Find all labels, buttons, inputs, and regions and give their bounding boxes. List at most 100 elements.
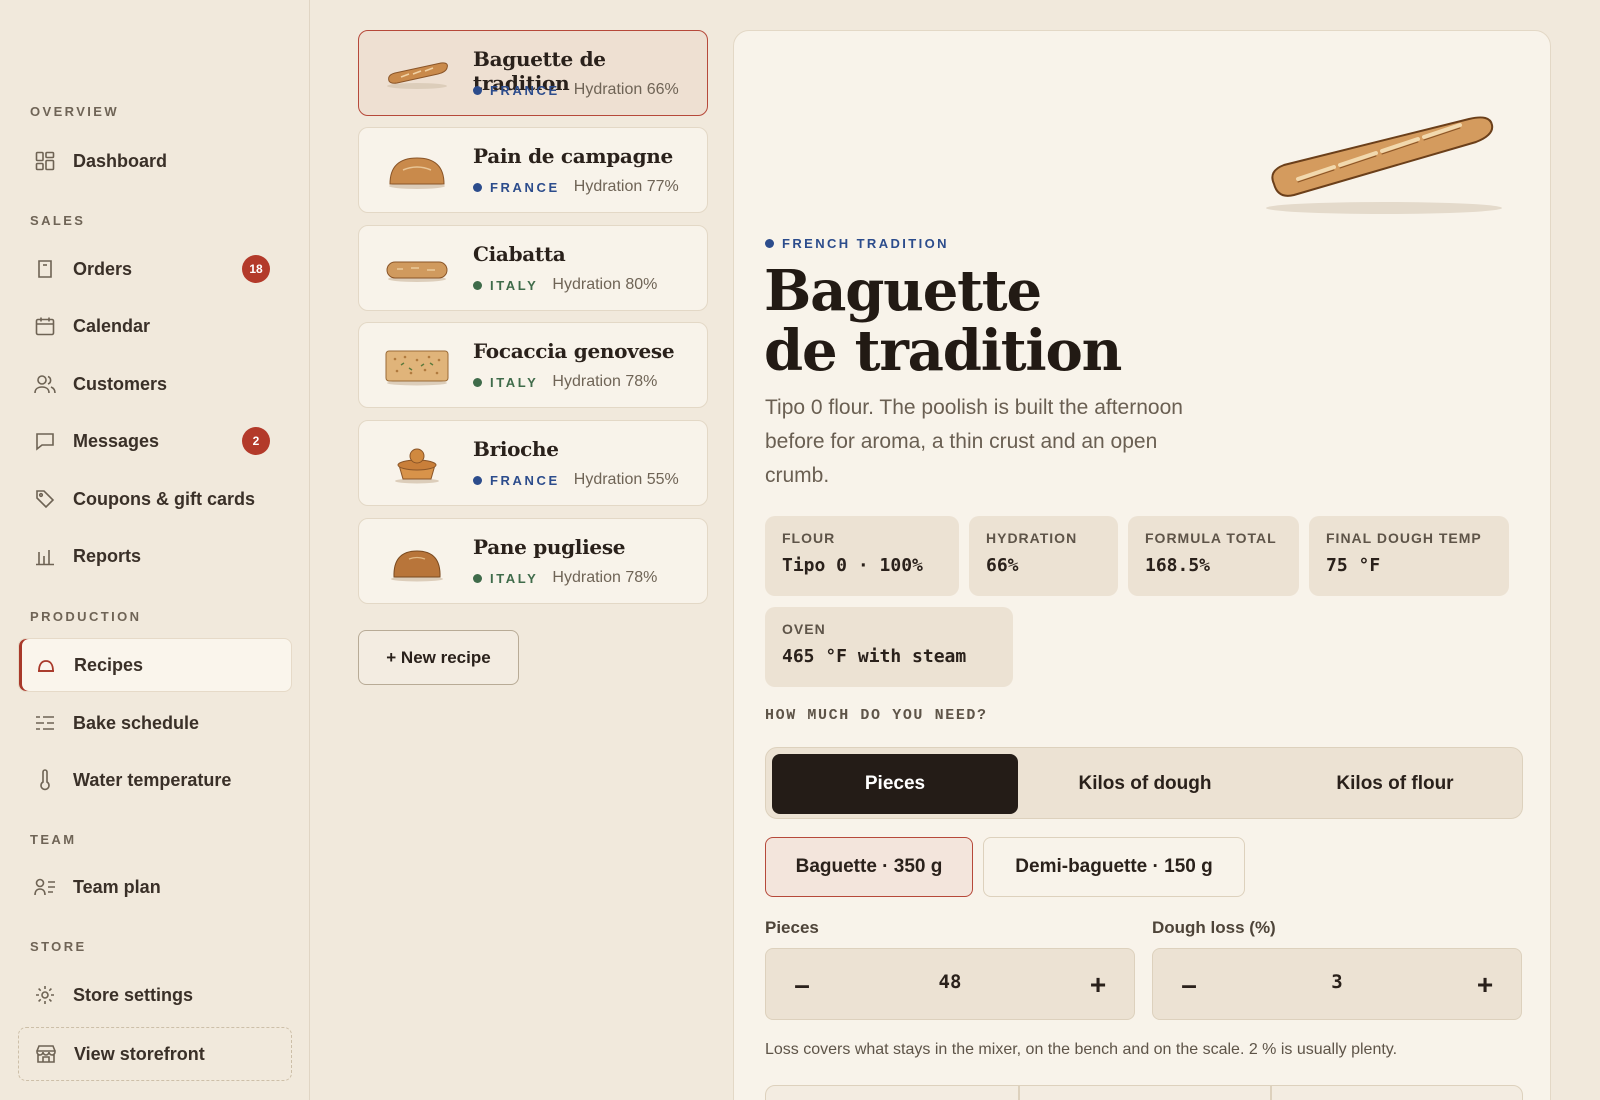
recipe-meta: FRANCE Hydration 55%: [473, 471, 679, 489]
recipe-card-pain-de-campagne[interactable]: Pain de campagne FRANCE Hydration 77%: [358, 127, 708, 213]
stat-oven: OVEN 465 °F with steam: [765, 607, 1013, 687]
sidebar-item-label: View storefront: [74, 1043, 205, 1064]
stat-label: HYDRATION: [986, 530, 1078, 546]
grid-icon: [34, 150, 56, 172]
ciabatta-thumbnail: [386, 261, 448, 282]
recipe-meta: ITALY Hydration 78%: [473, 373, 657, 391]
sidebar-item-label: Coupons & gift cards: [73, 488, 256, 509]
stat-formula-total: FORMULA TOTAL 168.5%: [1128, 516, 1299, 596]
size-chip-baguette[interactable]: Baguette · 350 g: [765, 837, 973, 897]
origin-dot: [765, 239, 774, 248]
stat-value: 168.5%: [1145, 555, 1211, 576]
recipe-country: ITALY: [490, 277, 539, 293]
stat-value: 465 °F with steam: [782, 646, 967, 667]
divider: [1018, 1086, 1020, 1100]
sidebar-item-dashboard[interactable]: Dashboard: [18, 134, 292, 188]
sidebar-item-orders[interactable]: Orders 18: [18, 242, 292, 296]
recipe-card-brioche[interactable]: Brioche FRANCE Hydration 55%: [358, 420, 708, 506]
pieces-increment-button[interactable]: +: [1080, 967, 1116, 1003]
sidebar-item-messages[interactable]: Messages 2: [18, 414, 292, 468]
country-dot: [473, 85, 482, 95]
sidebar-item-label: Water temperature: [73, 769, 232, 790]
sidebar-item-bake-schedule[interactable]: Bake schedule: [18, 696, 292, 750]
recipe-hydration: Hydration 80%: [552, 276, 658, 293]
sidebar-item-label: Dashboard: [73, 150, 168, 171]
recipe-detail-panel: FRENCH TRADITION Baguette de tradition T…: [733, 30, 1551, 1100]
dough-loss-label: Dough loss (%): [1152, 918, 1276, 937]
section-label-sales: SALES: [30, 213, 86, 228]
country-dot: [473, 182, 482, 192]
sidebar-item-team-plan[interactable]: Team plan: [18, 860, 292, 914]
sidebar-item-coupons[interactable]: Coupons & gift cards: [18, 472, 292, 526]
recipe-card-pane-pugliese[interactable]: Pane pugliese ITALY Hydration 78%: [358, 518, 708, 604]
recipe-name: Focaccia genovese: [473, 339, 675, 363]
dough-loss-value[interactable]: 3: [1153, 971, 1521, 993]
receipt-icon: [34, 258, 56, 280]
stat-label: OVEN: [782, 621, 826, 637]
pieces-value[interactable]: 48: [766, 971, 1134, 993]
recipe-hydration: Hydration 78%: [552, 373, 658, 390]
sidebar-item-reports[interactable]: Reports: [18, 529, 292, 583]
gear-icon: [34, 984, 56, 1006]
sidebar-item-calendar[interactable]: Calendar: [18, 299, 292, 353]
orders-count-badge: 18: [242, 255, 270, 283]
stat-label: FINAL DOUGH TEMP: [1326, 530, 1482, 546]
recipe-meta: ITALY Hydration 80%: [473, 276, 657, 294]
list-icon: [34, 712, 56, 734]
sidebar-item-water-temperature[interactable]: Water temperature: [18, 753, 292, 807]
sidebar-item-view-storefront[interactable]: View storefront: [18, 1027, 292, 1081]
recipe-name: Ciabatta: [473, 242, 566, 266]
recipe-title: Baguette de tradition: [764, 261, 1264, 381]
stat-final-dough-temp: FINAL DOUGH TEMP 75 °F: [1309, 516, 1509, 596]
recipe-origin-tag: FRENCH TRADITION: [765, 236, 949, 251]
section-label-store: STORE: [30, 939, 87, 954]
sidebar-item-label: Store settings: [73, 984, 194, 1005]
stat-label: FORMULA TOTAL: [1145, 530, 1277, 546]
mode-kilos-of-flour[interactable]: Kilos of flour: [1272, 754, 1518, 814]
mode-kilos-of-dough[interactable]: Kilos of dough: [1022, 754, 1268, 814]
bar-chart-icon: [34, 545, 56, 567]
results-row: [765, 1085, 1523, 1100]
size-chip-demi-baguette[interactable]: Demi-baguette · 150 g: [983, 837, 1245, 897]
sidebar-item-label: Bake schedule: [73, 712, 200, 733]
loss-increment-button[interactable]: +: [1467, 967, 1503, 1003]
recipe-hydration: Hydration 66%: [573, 81, 679, 98]
calendar-icon: [34, 315, 56, 337]
team-list-icon: [34, 876, 56, 898]
boule-thumbnail: [389, 157, 445, 189]
country-dot: [473, 377, 482, 387]
users-icon: [34, 373, 56, 395]
recipe-card-ciabatta[interactable]: Ciabatta ITALY Hydration 80%: [358, 225, 708, 311]
recipe-card-focaccia-genovese[interactable]: Focaccia genovese ITALY Hydration 78%: [358, 322, 708, 408]
stat-value: Tipo 0 · 100%: [782, 555, 923, 576]
dough-loss-hint: Loss covers what stays in the mixer, on …: [765, 1041, 1398, 1058]
storefront-icon: [35, 1043, 57, 1065]
recipe-hydration: Hydration 55%: [573, 471, 679, 488]
sidebar-item-store-settings[interactable]: Store settings: [18, 968, 292, 1022]
sidebar-item-recipes[interactable]: Recipes: [18, 638, 292, 692]
section-label-overview: OVERVIEW: [30, 104, 120, 119]
recipe-hydration: Hydration 78%: [552, 569, 658, 586]
recipe-title-line1: Baguette: [764, 258, 1042, 324]
pieces-label: Pieces: [765, 918, 819, 937]
recipe-country: ITALY: [490, 570, 539, 586]
stat-value: 75 °F: [1326, 555, 1381, 576]
stat-hydration: HYDRATION 66%: [969, 516, 1118, 596]
sidebar: OVERVIEW Dashboard SALES Orders 18 Calen…: [0, 0, 310, 1100]
sidebar-item-label: Reports: [73, 545, 142, 566]
recipe-country: FRANCE: [490, 472, 560, 488]
new-recipe-button[interactable]: + New recipe: [358, 630, 519, 685]
section-label-team: TEAM: [30, 832, 77, 847]
bread-icon: [35, 654, 57, 676]
sidebar-item-customers[interactable]: Customers: [18, 357, 292, 411]
recipe-hydration: Hydration 77%: [573, 178, 679, 195]
country-dot: [473, 573, 482, 583]
recipe-country: FRANCE: [490, 82, 560, 98]
recipe-card-baguette[interactable]: Baguette de tradition FRANCE Hydration 6…: [358, 30, 708, 116]
stat-flour: FLOUR Tipo 0 · 100%: [765, 516, 959, 596]
recipe-description: Tipo 0 flour. The poolish is built the a…: [765, 396, 1183, 487]
quantity-question: HOW MUCH DO YOU NEED?: [765, 707, 988, 724]
chat-icon: [34, 430, 56, 452]
baguette-thumbnail: [387, 62, 448, 89]
mode-pieces[interactable]: Pieces: [772, 754, 1018, 814]
